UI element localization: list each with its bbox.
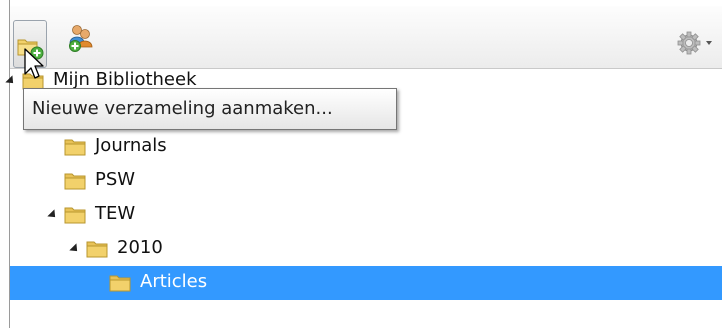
users-add-icon [69, 25, 93, 52]
expand-toggle-icon[interactable] [47, 209, 59, 221]
tree-item[interactable]: Journals [10, 130, 722, 164]
toolbar [10, 6, 722, 69]
new-group-button[interactable] [62, 20, 96, 68]
mouse-cursor-icon [24, 48, 44, 79]
tree-item[interactable]: TEW [10, 198, 722, 232]
settings-button[interactable] [676, 30, 716, 58]
tree-item-label: Articles [140, 271, 208, 292]
tree-item-label: 2010 [117, 237, 163, 258]
tree-item-label: Journals [95, 135, 167, 156]
expand-toggle-icon[interactable] [69, 243, 81, 255]
expand-toggle-icon[interactable] [5, 75, 17, 87]
tree-item-label: TEW [95, 203, 136, 224]
tree-item[interactable]: 2010 [10, 232, 722, 266]
tree-item-label: Mijn Bibliotheek [53, 69, 197, 90]
folder-icon [86, 241, 108, 258]
tree-item-label: PSW [95, 169, 136, 190]
tooltip: Nieuwe verzameling aanmaken... [23, 88, 397, 130]
folder-icon [109, 275, 131, 292]
folder-icon [64, 139, 86, 156]
gear-icon [677, 31, 712, 55]
folder-icon [64, 173, 86, 190]
folder-icon [64, 207, 86, 224]
tree-item[interactable]: Articles [10, 266, 722, 300]
tooltip-text: Nieuwe verzameling aanmaken... [32, 98, 333, 119]
tree-item[interactable]: PSW [10, 164, 722, 198]
